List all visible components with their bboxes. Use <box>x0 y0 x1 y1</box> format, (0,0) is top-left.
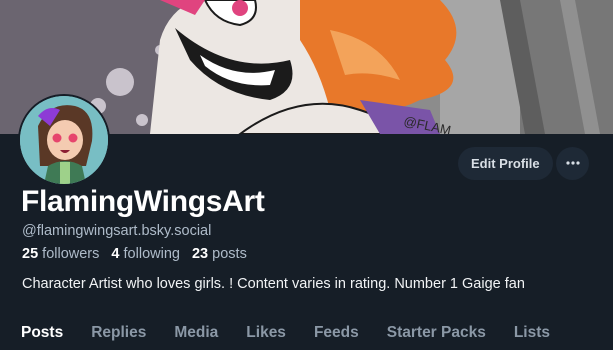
tab-replies[interactable]: Replies <box>77 316 160 350</box>
following-label: following <box>123 246 180 262</box>
posts-stat: 23 posts <box>192 246 247 262</box>
tab-media[interactable]: Media <box>160 316 232 350</box>
tab-posts[interactable]: Posts <box>0 316 77 350</box>
followers-label: followers <box>42 246 100 262</box>
display-name: FlamingWingsArt <box>21 185 265 218</box>
avatar[interactable] <box>18 94 110 186</box>
followers-link[interactable]: 25 followers <box>22 246 99 262</box>
more-options-button[interactable] <box>556 147 589 180</box>
tab-lists[interactable]: Lists <box>500 316 564 350</box>
posts-label: posts <box>212 246 247 262</box>
followers-count: 25 <box>22 246 39 262</box>
more-horizontal-icon <box>565 161 580 165</box>
profile-handle: @flamingwingsart.bsky.social <box>22 223 212 239</box>
following-count: 4 <box>111 246 120 262</box>
following-link[interactable]: 4 following <box>111 246 180 262</box>
tab-starter-packs[interactable]: Starter Packs <box>373 316 500 350</box>
tab-likes[interactable]: Likes <box>232 316 300 350</box>
tab-feeds[interactable]: Feeds <box>300 316 373 350</box>
posts-count: 23 <box>191 246 209 262</box>
profile-stats: 25 followers 4 following 23 posts <box>22 246 255 262</box>
profile-bio: Character Artist who loves girls. ! Cont… <box>22 276 525 292</box>
profile-tabs: Posts Replies Media Likes Feeds Starter … <box>0 316 613 350</box>
avatar-artwork <box>20 96 108 184</box>
edit-profile-button[interactable]: Edit Profile <box>458 147 553 180</box>
